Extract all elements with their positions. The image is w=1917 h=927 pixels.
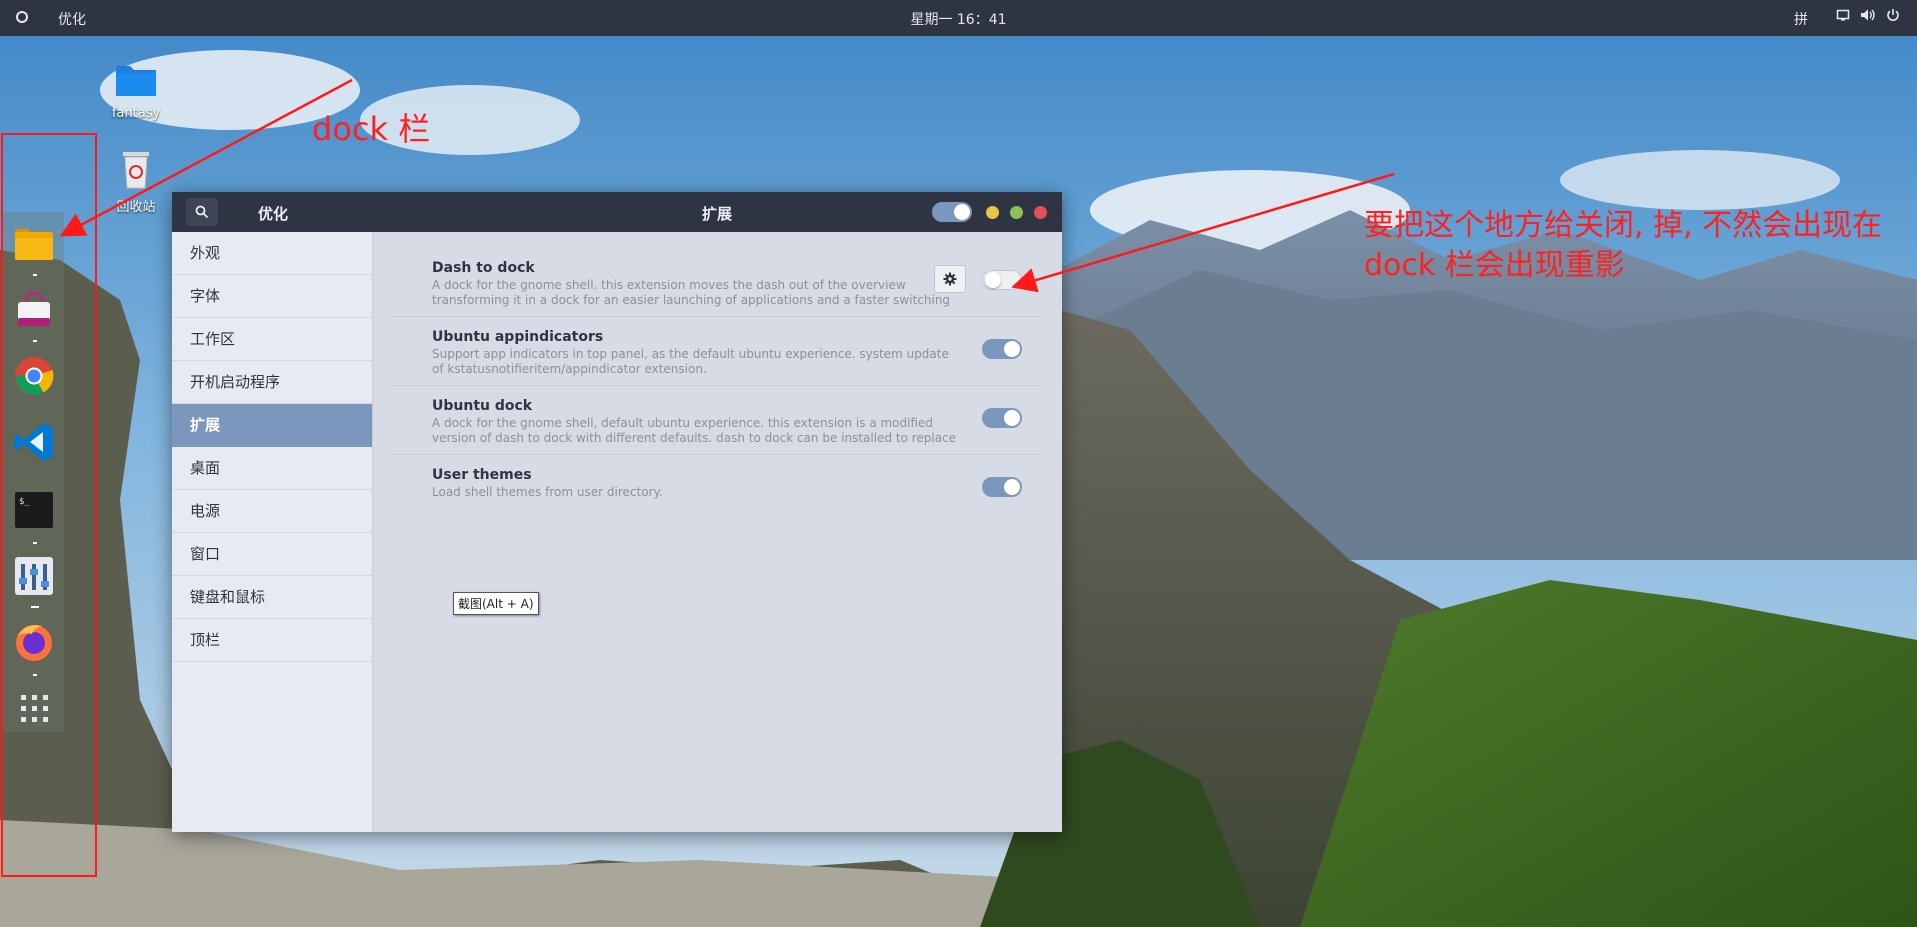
annotation-arrows bbox=[59, 78, 1395, 293]
annotation-arrow-dock bbox=[59, 78, 353, 237]
annotation-arrow-toggle bbox=[1011, 172, 1395, 293]
